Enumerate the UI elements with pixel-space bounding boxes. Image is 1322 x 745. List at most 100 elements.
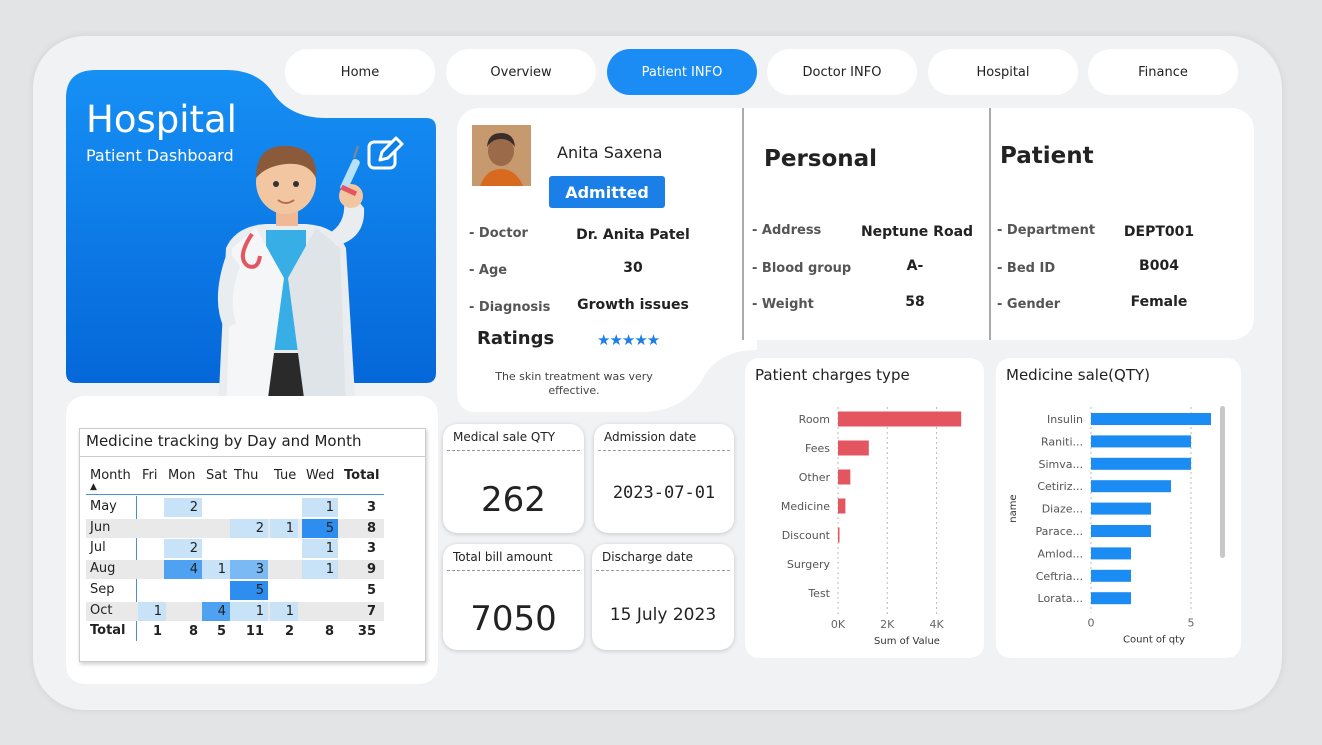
age-value: 30 <box>623 260 643 276</box>
matrix-month-label: Jul <box>90 540 106 556</box>
medical-sale-value: 262 <box>481 480 546 520</box>
matrix-cell[interactable] <box>270 581 298 600</box>
matrix-cell[interactable]: 2 <box>164 498 202 517</box>
nav-finance-button[interactable]: Finance <box>1088 49 1238 95</box>
bar <box>838 498 846 514</box>
matrix-cell[interactable]: 4 <box>202 601 230 621</box>
matrix-header-mon[interactable]: Mon <box>168 468 195 483</box>
matrix-cell[interactable]: 1 <box>202 560 230 580</box>
doctor-illustration-icon <box>217 145 365 413</box>
matrix-cell[interactable]: 1 <box>302 560 338 580</box>
admission-date-label: Admission date <box>604 430 697 444</box>
blood-group-label: - Blood group <box>752 261 852 276</box>
matrix-cell[interactable] <box>138 581 166 600</box>
matrix-header-total[interactable]: Total <box>344 468 380 483</box>
ratings-label: Ratings <box>477 328 555 349</box>
matrix-title: Medicine tracking by Day and Month <box>86 432 362 450</box>
bar <box>838 469 851 485</box>
matrix-cell[interactable]: 3 <box>230 560 268 580</box>
admission-date-card[interactable]: Admission date 2023-07-01 <box>594 424 734 533</box>
matrix-month-label: Oct <box>90 602 113 618</box>
matrix-cell[interactable] <box>302 602 338 621</box>
matrix-header-wed[interactable]: Wed <box>306 468 334 483</box>
card-divider <box>596 570 730 571</box>
matrix-cell[interactable]: 1 <box>302 539 338 559</box>
matrix-cell[interactable] <box>270 539 298 558</box>
bar <box>838 527 840 543</box>
category-label: Medicine <box>781 500 830 513</box>
age-label: - Age <box>469 263 508 278</box>
matrix-cell[interactable] <box>138 519 166 538</box>
category-label: Amlod... <box>1038 547 1084 560</box>
matrix-cell[interactable] <box>230 539 268 558</box>
medical-sale-card[interactable]: Medical sale QTY 262 <box>443 424 584 533</box>
matrix-cell[interactable]: 2 <box>164 539 202 559</box>
bar <box>1091 525 1151 537</box>
department-value: DEPT001 <box>1123 224 1195 240</box>
matrix-cell[interactable]: 4 <box>164 560 202 580</box>
hero-panel: Hospital Patient Dashboard <box>66 68 438 413</box>
matrix-header-thu[interactable]: Thu <box>234 468 258 483</box>
matrix-cell[interactable]: 1 <box>302 498 338 517</box>
discharge-date-card[interactable]: Discharge date 15 July 2023 <box>592 544 734 650</box>
matrix-row-total: 3 <box>366 500 376 515</box>
bar <box>1091 457 1191 470</box>
nav-hospital-button[interactable]: Hospital <box>928 49 1078 95</box>
medicine-chart-card[interactable]: Medicine sale(QTY) 0 5 Insulin Raniti... Sim… <box>996 358 1241 658</box>
matrix-cell[interactable]: 1 <box>138 601 166 621</box>
address-label: - Address <box>752 223 822 238</box>
medical-sale-label: Medical sale QTY <box>453 430 556 444</box>
card-divider <box>447 450 580 451</box>
discharge-date-label: Discharge date <box>602 550 693 564</box>
matrix-cell[interactable]: 5 <box>230 580 268 600</box>
nav-overview-button[interactable]: Overview <box>446 49 596 95</box>
sort-asc-icon[interactable]: ▲ <box>90 482 97 492</box>
matrix-month-label: May <box>90 499 117 514</box>
matrix-cell[interactable] <box>202 539 230 558</box>
matrix-total-cell: 8 <box>188 624 198 640</box>
matrix-cell[interactable] <box>270 498 298 517</box>
matrix-cell[interactable] <box>138 560 166 579</box>
doctor-label: - Doctor <box>469 226 528 241</box>
patient-avatar <box>472 125 531 186</box>
matrix-header-tue[interactable]: Tue <box>274 468 296 483</box>
patient-name: Anita Saxena <box>557 143 663 162</box>
matrix-cell[interactable] <box>270 560 298 579</box>
x-axis-label: Count of qty <box>1123 635 1185 646</box>
matrix-header-sat[interactable]: Sat <box>206 468 227 483</box>
matrix-cell[interactable]: 2 <box>230 518 268 538</box>
medicine-tracking-matrix[interactable]: Medicine tracking by Day and Month Month… <box>79 428 426 662</box>
total-bill-card[interactable]: Total bill amount 7050 <box>443 544 584 650</box>
review-text: The skin treatment was very effective. <box>495 370 653 397</box>
matrix-header-fri[interactable]: Fri <box>142 468 158 483</box>
category-label: Surgery <box>787 558 831 571</box>
matrix-cell[interactable] <box>302 581 338 600</box>
category-label: Diaze... <box>1042 503 1083 516</box>
matrix-cell[interactable] <box>164 519 202 538</box>
category-label: Simva... <box>1039 458 1084 471</box>
nav-doctor-info-button[interactable]: Doctor INFO <box>767 49 917 95</box>
matrix-cell[interactable] <box>138 539 166 558</box>
matrix-cell[interactable] <box>202 519 230 538</box>
nav-patient-info-button[interactable]: Patient INFO <box>607 49 757 95</box>
bar <box>838 440 869 456</box>
category-label: Raniti... <box>1041 435 1083 448</box>
matrix-cell[interactable]: 1 <box>270 601 298 621</box>
charges-chart-card[interactable]: Patient charges type 0K 2K 4K Room Fees Other… <box>745 358 984 658</box>
matrix-total-cell: 5 <box>216 624 226 640</box>
matrix-cell[interactable] <box>202 498 230 517</box>
profile-divider-1 <box>742 108 744 340</box>
matrix-cell[interactable] <box>202 581 230 600</box>
bar <box>1091 592 1131 605</box>
matrix-cell[interactable] <box>164 581 202 600</box>
matrix-cell[interactable] <box>138 498 166 517</box>
chart-scrollbar[interactable] <box>1220 406 1225 558</box>
matrix-cell[interactable]: 1 <box>230 601 268 621</box>
matrix-header-month[interactable]: Month <box>90 468 131 483</box>
card-divider <box>598 450 730 451</box>
matrix-cell[interactable]: 5 <box>302 518 338 538</box>
matrix-cell[interactable]: 1 <box>270 518 298 538</box>
matrix-cell[interactable] <box>230 498 268 517</box>
department-label: - Department <box>997 223 1096 238</box>
matrix-cell[interactable] <box>164 602 202 621</box>
